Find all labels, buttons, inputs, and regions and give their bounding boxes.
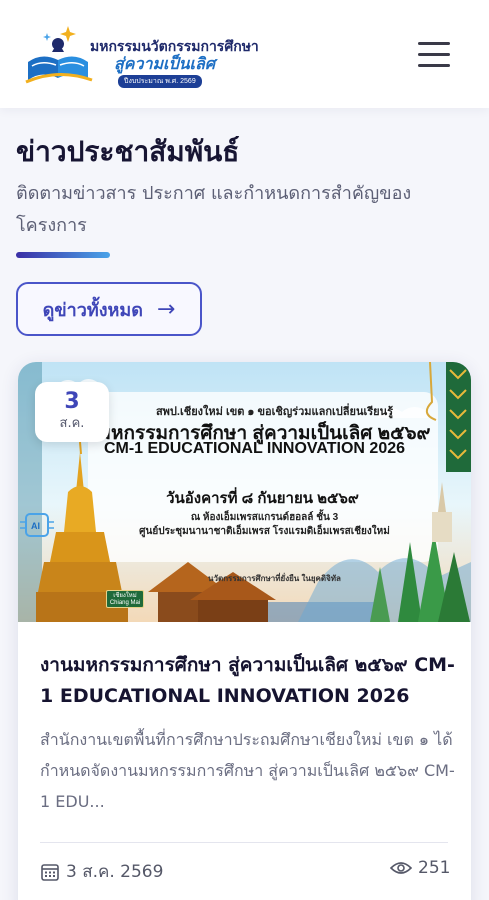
card-divider bbox=[40, 842, 448, 843]
banner-venue-room: ณ ห้องเอ็มเพรสแกรนด์ฮอลล์ ชั้น 3 bbox=[190, 512, 339, 523]
news-banner-image[interactable]: AI สพป.เชียงใหม่ เขต ๑ ขอเชิญร่วมแลกเปลี… bbox=[18, 362, 471, 622]
news-card-views-count: 251 bbox=[418, 858, 451, 878]
site-logo[interactable]: มหกรรมนวัตกรรมการศึกษา สู่ความเป็นเลิศ ป… bbox=[22, 22, 259, 88]
news-card-title[interactable]: งานมหกรรมการศึกษา สู่ความเป็นเลิศ ๒๕๖๙ C… bbox=[40, 650, 460, 712]
news-card[interactable]: AI สพป.เชียงใหม่ เขต ๑ ขอเชิญร่วมแลกเปลี… bbox=[18, 362, 471, 900]
section-subtitle: ติดตามข่าวสาร ประกาศ และกำหนดการสำคัญของ… bbox=[16, 183, 412, 236]
date-badge-day: 3 bbox=[64, 389, 80, 414]
banner-tagline: นวัตกรรมการศึกษาที่ยั่งยืน ในยุคดิจิทัล bbox=[208, 574, 341, 583]
menu-bar bbox=[418, 42, 450, 45]
logo-subtitle: สู่ความเป็นเลิศ bbox=[114, 56, 215, 73]
eye-icon bbox=[390, 862, 412, 874]
section-title: ข่าวประชาสัมพันธ์ bbox=[16, 135, 240, 168]
site-header: มหกรรมนวัตกรรมการศึกษา สู่ความเป็นเลิศ ป… bbox=[0, 0, 489, 108]
banner-venue-hotel: ศูนย์ประชุมนานาชาติเอ็มเพรส โรงแรมดิเอ็ม… bbox=[139, 526, 390, 537]
news-card-date-label: 3 ส.ค. 2569 bbox=[66, 862, 164, 882]
arrow-right-icon: → bbox=[156, 296, 176, 322]
hamburger-menu-icon[interactable] bbox=[416, 40, 452, 68]
chiang-mai-sign: เชียงใหม่ Chiang Mai bbox=[106, 590, 144, 608]
news-card-views: 251 bbox=[390, 858, 450, 878]
banner-event-english: CM-1 EDUCATIONAL INNOVATION 2026 bbox=[103, 440, 406, 457]
news-card-description: สำนักงานเขตพื้นที่การศึกษาประถมศึกษาเชีย… bbox=[40, 730, 455, 811]
menu-bar bbox=[418, 53, 450, 56]
logo-year-badge: ปีงบประมาณ พ.ศ. 2569 bbox=[118, 75, 202, 88]
view-all-label: ดูข่าวทั้งหมด bbox=[42, 299, 143, 321]
news-card-date: 3 ส.ค. 2569 bbox=[40, 858, 163, 885]
banner-event-date: วันอังคารที่ ๘ กันยายน ๒๕๖๙ bbox=[166, 490, 359, 507]
date-badge-month: ส.ค. bbox=[59, 416, 85, 431]
news-date-badge: 3 ส.ค. bbox=[35, 382, 109, 442]
calendar-icon bbox=[41, 863, 59, 881]
menu-bar bbox=[418, 64, 450, 67]
accent-divider bbox=[16, 252, 110, 258]
view-all-news-button[interactable]: ดูข่าวทั้งหมด → bbox=[16, 282, 202, 336]
